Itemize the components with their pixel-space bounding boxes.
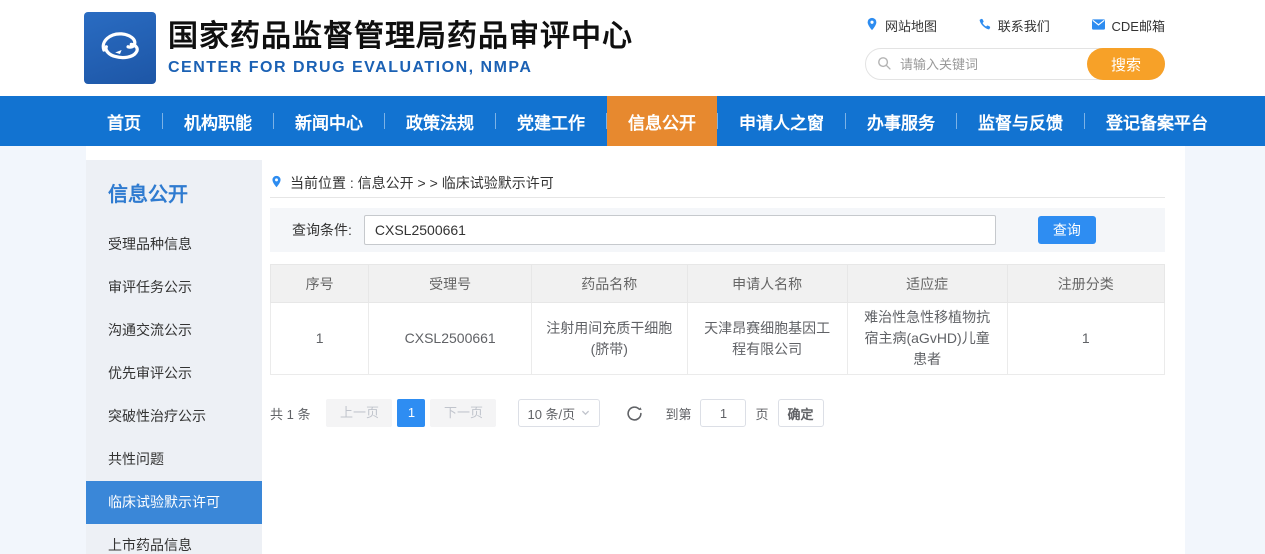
col-header-acceptance-no: 受理号: [369, 265, 532, 303]
header-right: 网站地图 联系我们 CDE邮箱 搜索: [865, 16, 1165, 80]
col-header-applicant: 申请人名称: [687, 265, 847, 303]
nav-item-functions[interactable]: 机构职能: [163, 96, 273, 146]
sidebar-title: 信息公开: [86, 160, 262, 223]
sidebar-item-common-issues[interactable]: 共性问题: [86, 438, 262, 481]
cell-indication: 难治性急性移植物抗宿主病(aGvHD)儿童患者: [847, 303, 1007, 375]
nav-item-registration-platform[interactable]: 登记备案平台: [1085, 96, 1229, 146]
cell-applicant: 天津昂赛细胞基因工程有限公司: [687, 303, 847, 375]
breadcrumb: 当前位置 : 信息公开 > > 临床试验默示许可: [270, 168, 1165, 198]
col-header-index: 序号: [271, 265, 369, 303]
location-pin-icon: [270, 174, 283, 192]
goto-suffix-label: 页: [755, 404, 768, 423]
nav-item-news[interactable]: 新闻中心: [274, 96, 384, 146]
nav-item-policies[interactable]: 政策法规: [385, 96, 495, 146]
sidebar-item-accepted-varieties[interactable]: 受理品种信息: [86, 223, 262, 266]
table-row: 1 CXSL2500661 注射用间充质干细胞(脐带) 天津昂赛细胞基因工程有限…: [271, 303, 1165, 375]
nav-item-services[interactable]: 办事服务: [846, 96, 956, 146]
col-header-indication: 适应症: [847, 265, 1007, 303]
nav-item-applicant-window[interactable]: 申请人之窗: [718, 96, 845, 146]
goto-page: 到第 页 确定: [665, 399, 823, 427]
site-subtitle: CENTER FOR DRUG EVALUATION, NMPA: [168, 59, 633, 77]
query-label: 查询条件:: [292, 220, 352, 240]
sidebar: 信息公开 受理品种信息 审评任务公示 沟通交流公示 优先审评公示 突破性治疗公示…: [86, 160, 262, 554]
cde-logo: [84, 12, 156, 84]
sidebar-item-priority-review[interactable]: 优先审评公示: [86, 352, 262, 395]
page-size-select[interactable]: 10 条/页: [518, 399, 600, 427]
pagination: 共 1 条 上一页 1 下一页 10 条/页 到第 页 确定: [270, 399, 1165, 427]
nav-item-supervision[interactable]: 监督与反馈: [957, 96, 1084, 146]
nav-item-home[interactable]: 首页: [86, 96, 162, 146]
nav-item-party[interactable]: 党建工作: [496, 96, 606, 146]
swan-logo-icon: [91, 17, 149, 80]
location-pin-icon: [865, 17, 879, 34]
prev-page-button[interactable]: 上一页: [326, 399, 392, 427]
breadcrumb-text: 当前位置 : 信息公开 > > 临床试验默示许可: [290, 173, 554, 193]
cell-registration-class: 1: [1007, 303, 1164, 375]
query-input[interactable]: [364, 215, 996, 245]
goto-prefix-label: 到第: [665, 404, 691, 423]
query-button[interactable]: 查询: [1038, 216, 1096, 244]
sitemap-label: 网站地图: [885, 16, 937, 35]
sidebar-item-communication[interactable]: 沟通交流公示: [86, 309, 262, 352]
pagination-total: 共 1 条: [270, 404, 310, 423]
next-page-button[interactable]: 下一页: [430, 399, 496, 427]
sidebar-item-clinical-trial-implied-license[interactable]: 临床试验默示许可: [86, 481, 262, 524]
col-header-drug-name: 药品名称: [532, 265, 688, 303]
col-header-registration-class: 注册分类: [1007, 265, 1164, 303]
results-table: 序号 受理号 药品名称 申请人名称 适应症 注册分类 1 CXSL2500661…: [270, 264, 1165, 375]
envelope-icon: [1091, 18, 1106, 34]
search-icon: [877, 56, 892, 76]
contact-link[interactable]: 联系我们: [978, 16, 1050, 35]
nav-item-info-disclosure[interactable]: 信息公开: [607, 96, 717, 146]
confirm-button[interactable]: 确定: [778, 399, 824, 427]
mailbox-label: CDE邮箱: [1112, 16, 1165, 35]
chevron-down-icon: [580, 406, 591, 421]
site-header: 国家药品监督管理局药品审评中心 CENTER FOR DRUG EVALUATI…: [0, 0, 1265, 96]
cell-drug-name: 注射用间充质干细胞(脐带): [532, 303, 688, 375]
main-area: 信息公开 受理品种信息 审评任务公示 沟通交流公示 优先审评公示 突破性治疗公示…: [0, 146, 1265, 554]
table-header-row: 序号 受理号 药品名称 申请人名称 适应症 注册分类: [271, 265, 1165, 303]
mailbox-link[interactable]: CDE邮箱: [1091, 16, 1165, 35]
content-container: 信息公开 受理品种信息 审评任务公示 沟通交流公示 优先审评公示 突破性治疗公示…: [86, 146, 1185, 554]
refresh-icon[interactable]: [626, 405, 643, 422]
sidebar-item-marketed-drugs[interactable]: 上市药品信息: [86, 524, 262, 554]
phone-icon: [978, 17, 992, 34]
current-page-button[interactable]: 1: [397, 399, 425, 427]
sidebar-item-breakthrough-therapy[interactable]: 突破性治疗公示: [86, 395, 262, 438]
sitemap-link[interactable]: 网站地图: [865, 16, 937, 35]
main-nav: 首页 机构职能 新闻中心 政策法规 党建工作 信息公开 申请人之窗 办事服务 监…: [0, 96, 1265, 146]
cell-acceptance-no: CXSL2500661: [369, 303, 532, 375]
query-panel: 查询条件: 查询: [270, 208, 1165, 252]
contact-label: 联系我们: [998, 16, 1050, 35]
site-search: 搜索: [865, 48, 1165, 80]
site-search-button[interactable]: 搜索: [1087, 48, 1165, 80]
brand-block: 国家药品监督管理局药品审评中心 CENTER FOR DRUG EVALUATI…: [168, 19, 633, 77]
sidebar-item-review-tasks[interactable]: 审评任务公示: [86, 266, 262, 309]
goto-page-input[interactable]: [700, 399, 746, 427]
page-size-value: 10 条/页: [527, 404, 575, 423]
content: 当前位置 : 信息公开 > > 临床试验默示许可 查询条件: 查询 序号 受理号…: [262, 160, 1185, 554]
quick-links: 网站地图 联系我们 CDE邮箱: [865, 16, 1165, 35]
cell-index: 1: [271, 303, 369, 375]
site-title: 国家药品监督管理局药品审评中心: [168, 19, 633, 55]
